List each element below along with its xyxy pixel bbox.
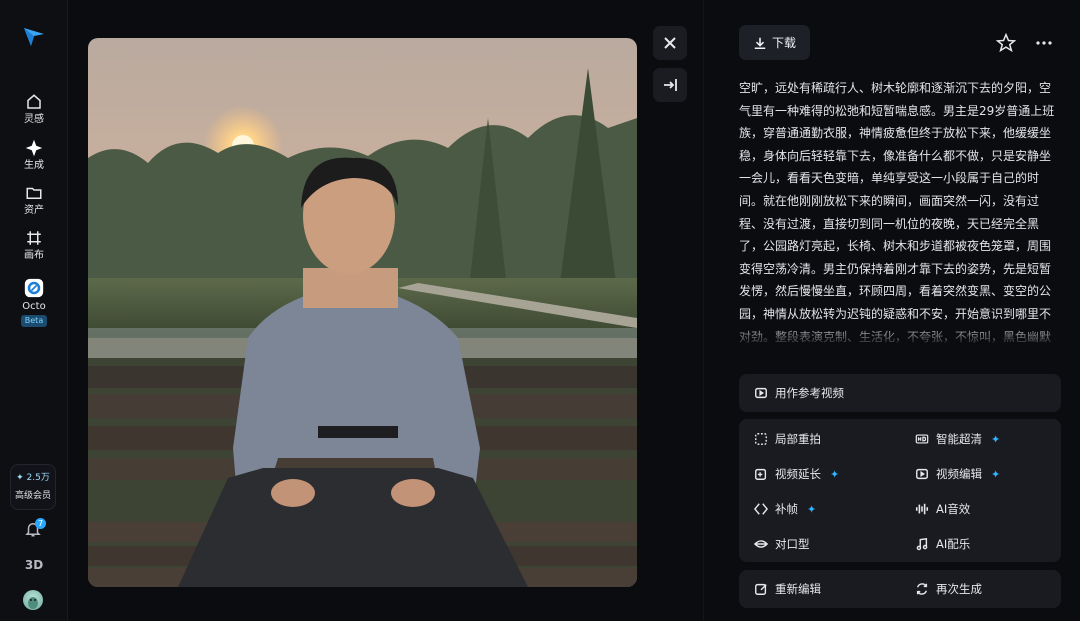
download-button[interactable]: 下载 <box>739 25 810 60</box>
local-retake-button[interactable]: 局部重拍 <box>754 431 821 447</box>
membership-label: 高级会员 <box>14 491 51 501</box>
ai-music-label: AI配乐 <box>936 537 971 551</box>
video-extend-label: 视频延长 <box>775 467 821 481</box>
hd-icon <box>915 434 929 444</box>
edit-icon <box>755 583 767 595</box>
avatar[interactable] <box>23 590 43 610</box>
regenerate-button[interactable]: 再次生成 <box>915 581 982 597</box>
notification-button[interactable]: 7 <box>24 518 46 540</box>
panel-right-icon <box>664 79 677 91</box>
sidebar-item-octo[interactable]: Octo Beta <box>0 278 68 327</box>
credits-amount: 2.5万 <box>26 473 50 483</box>
more-options-button[interactable] <box>1034 33 1054 53</box>
panel-divider <box>703 0 704 621</box>
ai-sound-effect-label: AI音效 <box>936 502 971 516</box>
star-icon <box>995 32 1017 53</box>
use-as-reference-button[interactable]: 用作参考视频 <box>754 385 844 401</box>
lip-sync-button[interactable]: 对口型 <box>754 536 810 552</box>
refresh-icon <box>916 583 928 595</box>
canvas-icon <box>27 231 41 245</box>
video-edit-label: 视频编辑 <box>936 467 982 481</box>
video-edit-button[interactable]: 视频编辑 ✦ <box>915 466 1000 482</box>
lip-sync-label: 对口型 <box>775 537 810 551</box>
frame-interpolation-label: 补帧 <box>775 502 798 516</box>
logo-icon[interactable] <box>22 24 46 48</box>
sparkle-icon: ✦ <box>807 502 817 516</box>
regenerate-label: 再次生成 <box>936 582 982 596</box>
prompt-text: 空旷，远处有稀疏行人、树木轮廓和逐渐沉下去的夕阳，空气里有一种难得的松弛和短暂喘… <box>739 81 1055 344</box>
sidebar-item-label: 灵感 <box>24 114 44 125</box>
interpolate-icon <box>754 503 768 515</box>
ai-sound-effect-button[interactable]: AI音效 <box>915 501 970 517</box>
octo-icon <box>24 278 44 298</box>
music-note-icon <box>916 537 928 551</box>
generated-video-preview[interactable] <box>88 38 637 587</box>
sidebar-item-label: 生成 <box>24 160 44 171</box>
beta-badge: Beta <box>20 315 48 327</box>
video-reference-icon <box>755 387 767 399</box>
prompt-fade <box>739 322 1061 348</box>
collapse-panel-button[interactable] <box>653 68 687 102</box>
regenerate-card: 重新编辑 再次生成 <box>739 570 1061 608</box>
reference-card: 用作参考视频 <box>739 374 1061 412</box>
local-retake-label: 局部重拍 <box>775 432 821 446</box>
sparkle-icon: ✦ <box>991 467 1001 481</box>
crop-select-icon <box>755 433 767 445</box>
re-edit-button[interactable]: 重新编辑 <box>754 581 821 597</box>
lips-icon <box>754 540 768 548</box>
close-button[interactable] <box>653 26 687 60</box>
credits-badge[interactable]: ✦ 2.5万 高级会员 <box>10 464 56 510</box>
frame-interpolation-button[interactable]: 补帧 ✦ <box>754 501 816 517</box>
video-edit-icon <box>916 468 928 480</box>
sparkle-icon: ✦ <box>991 432 1001 446</box>
extend-icon <box>755 468 767 480</box>
sparkle-icon <box>25 139 43 157</box>
sidebar-item-label: 资产 <box>24 205 44 216</box>
smart-upscale-button[interactable]: 智能超清 ✦ <box>915 431 1000 447</box>
download-label: 下载 <box>771 36 796 50</box>
tools-card: 局部重拍 智能超清 ✦ 视频延长 ✦ 视频编辑 ✦ 补帧 ✦ AI音效 对口型 … <box>739 419 1061 562</box>
re-edit-label: 重新编辑 <box>775 582 821 596</box>
sidebar-item-assets[interactable]: 资产 <box>0 184 68 217</box>
sparkle-icon: ✦ <box>830 467 840 481</box>
home-icon <box>27 94 41 109</box>
folder-icon <box>26 187 42 199</box>
sidebar-item-inspiration[interactable]: 灵感 <box>0 93 68 126</box>
sidebar-item-generate[interactable]: 生成 <box>0 139 68 172</box>
sidebar-item-label: 画布 <box>24 250 44 261</box>
audio-wave-icon <box>915 503 929 515</box>
sidebar: 灵感 生成 资产 画布 Octo Beta ✦ 2.5万 高级会员 7 3D <box>0 0 68 621</box>
3d-button[interactable]: 3D <box>0 558 68 572</box>
notification-count: 7 <box>35 518 46 529</box>
video-extend-button[interactable]: 视频延长 ✦ <box>754 466 839 482</box>
smart-upscale-label: 智能超清 <box>936 432 982 446</box>
download-icon <box>754 37 766 49</box>
use-as-reference-label: 用作参考视频 <box>775 386 844 400</box>
ai-music-button[interactable]: AI配乐 <box>915 536 970 552</box>
favorite-button[interactable] <box>995 32 1017 53</box>
close-icon <box>664 37 676 49</box>
sidebar-item-canvas[interactable]: 画布 <box>0 229 68 262</box>
credits-spark-icon: ✦ <box>16 473 27 483</box>
sidebar-item-label: Octo <box>22 301 46 312</box>
more-horizontal-icon <box>1036 41 1052 45</box>
